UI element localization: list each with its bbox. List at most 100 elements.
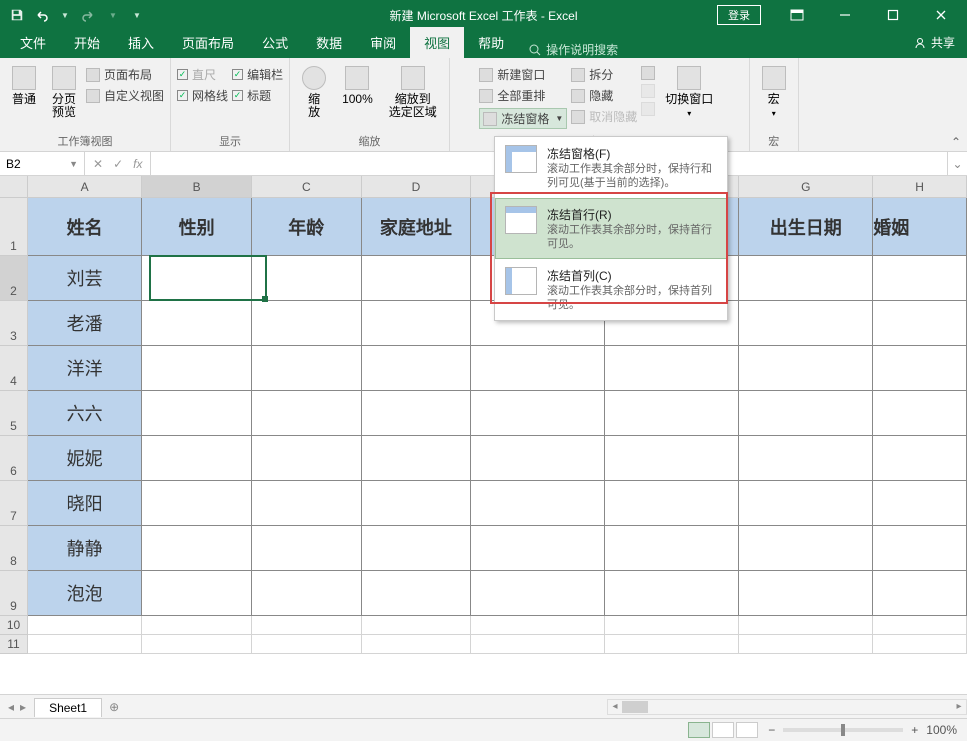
scroll-left-icon[interactable]: ◂ [608, 700, 622, 714]
sync-scroll-icon[interactable] [641, 84, 655, 98]
cell[interactable] [142, 391, 252, 436]
tab-formula[interactable]: 公式 [248, 27, 302, 58]
freeze-top-row-item[interactable]: 冻结首行(R)滚动工作表其余部分时，保持首行可见。 [495, 198, 727, 259]
cell[interactable] [739, 256, 873, 301]
name-box[interactable]: B2▼ [0, 152, 85, 175]
cell[interactable] [362, 436, 472, 481]
normal-view-button[interactable]: 普通 [6, 64, 42, 108]
header-cell[interactable]: 年龄 [252, 198, 362, 256]
tab-view[interactable]: 视图 [410, 27, 464, 58]
cell[interactable] [739, 436, 873, 481]
row-header[interactable]: 5 [0, 391, 28, 436]
close-button[interactable] [919, 0, 963, 30]
cell[interactable] [142, 571, 252, 616]
column-header[interactable]: D [362, 176, 472, 198]
tab-home[interactable]: 开始 [60, 27, 114, 58]
worksheet-grid[interactable]: ABCDEFGH 1234567891011 姓名性别年龄家庭地址出生日期婚姻刘… [0, 176, 967, 694]
cell[interactable] [605, 616, 739, 635]
row-header[interactable]: 4 [0, 346, 28, 391]
qat-customize-icon[interactable]: ▼ [128, 6, 146, 24]
sheet-nav-prev-icon[interactable]: ◂ [8, 700, 14, 714]
freeze-first-column-item[interactable]: 冻结首列(C)滚动工作表其余部分时，保持首列可见。 [495, 259, 727, 320]
maximize-button[interactable] [871, 0, 915, 30]
redo-icon[interactable] [80, 6, 98, 24]
cell[interactable] [739, 301, 873, 346]
cell[interactable] [873, 571, 967, 616]
header-cell[interactable]: 出生日期 [739, 198, 873, 256]
tab-data[interactable]: 数据 [302, 27, 356, 58]
row-header[interactable]: 1 [0, 198, 28, 256]
cell[interactable] [471, 436, 605, 481]
column-header[interactable]: B [142, 176, 252, 198]
cell[interactable] [142, 436, 252, 481]
insert-function-icon[interactable]: fx [133, 157, 142, 171]
cell[interactable] [471, 635, 605, 654]
column-header[interactable]: A [28, 176, 142, 198]
tab-layout[interactable]: 页面布局 [168, 27, 248, 58]
new-sheet-button[interactable]: ⊕ [102, 700, 126, 714]
cell[interactable] [28, 635, 142, 654]
page-break-status-button[interactable] [736, 722, 758, 738]
hide-button[interactable]: 隐藏 [571, 87, 637, 104]
row-header[interactable]: 7 [0, 481, 28, 526]
cell[interactable] [142, 616, 252, 635]
cell[interactable] [739, 346, 873, 391]
unhide-button[interactable]: 取消隐藏 [571, 108, 637, 125]
cell[interactable] [362, 391, 472, 436]
zoom-100-button[interactable]: 100% [336, 64, 379, 108]
cell[interactable] [142, 635, 252, 654]
cell[interactable] [362, 301, 472, 346]
cell[interactable] [739, 391, 873, 436]
column-header[interactable]: H [873, 176, 967, 198]
zoom-to-selection-button[interactable]: 缩放到 选定区域 [383, 64, 443, 121]
cell[interactable] [252, 301, 362, 346]
cell[interactable] [605, 526, 739, 571]
cell[interactable] [605, 436, 739, 481]
name-cell[interactable]: 妮妮 [28, 436, 142, 481]
cell[interactable] [605, 571, 739, 616]
cell[interactable] [362, 481, 472, 526]
cell[interactable] [252, 346, 362, 391]
collapse-ribbon-icon[interactable]: ⌃ [951, 135, 961, 149]
freeze-panes-button[interactable]: 冻结窗格▼ [479, 108, 567, 129]
name-cell[interactable]: 六六 [28, 391, 142, 436]
cell[interactable] [873, 481, 967, 526]
cell[interactable] [471, 616, 605, 635]
ruler-checkbox[interactable]: ✓直尺 [177, 66, 228, 83]
row-header[interactable]: 3 [0, 301, 28, 346]
cell[interactable] [873, 436, 967, 481]
cell[interactable] [142, 301, 252, 346]
name-cell[interactable]: 洋洋 [28, 346, 142, 391]
cell[interactable] [471, 346, 605, 391]
custom-views-button[interactable]: 自定义视图 [86, 87, 164, 104]
header-cell[interactable]: 姓名 [28, 198, 142, 256]
expand-formula-bar-icon[interactable]: ⌄ [947, 152, 967, 175]
gridlines-checkbox[interactable]: ✓网格线 [177, 87, 228, 104]
select-all-corner[interactable] [0, 176, 28, 198]
cell[interactable] [142, 346, 252, 391]
header-cell[interactable]: 家庭地址 [362, 198, 472, 256]
zoom-slider-thumb[interactable] [841, 724, 845, 736]
cell[interactable] [739, 635, 873, 654]
page-layout-status-button[interactable] [712, 722, 734, 738]
save-icon[interactable] [8, 6, 26, 24]
cell[interactable] [605, 635, 739, 654]
cell[interactable] [471, 481, 605, 526]
macros-button[interactable]: 宏▾ [756, 64, 792, 120]
page-break-preview-button[interactable]: 分页 预览 [46, 64, 82, 121]
cell[interactable] [873, 635, 967, 654]
name-cell[interactable]: 晓阳 [28, 481, 142, 526]
split-button[interactable]: 拆分 [571, 66, 637, 83]
scrollbar-thumb[interactable] [622, 701, 648, 713]
cell[interactable] [471, 571, 605, 616]
header-cell[interactable]: 性别 [142, 198, 252, 256]
cell[interactable] [739, 526, 873, 571]
name-cell[interactable]: 泡泡 [28, 571, 142, 616]
cell[interactable] [471, 391, 605, 436]
redo-dropdown-icon[interactable]: ▼ [104, 6, 122, 24]
switch-windows-button[interactable]: 切换窗口▾ [659, 64, 719, 120]
tab-help[interactable]: 帮助 [464, 27, 518, 58]
formula-bar-checkbox[interactable]: ✓编辑栏 [232, 66, 283, 83]
cancel-formula-icon[interactable]: ✕ [93, 157, 103, 171]
cell[interactable] [362, 526, 472, 571]
